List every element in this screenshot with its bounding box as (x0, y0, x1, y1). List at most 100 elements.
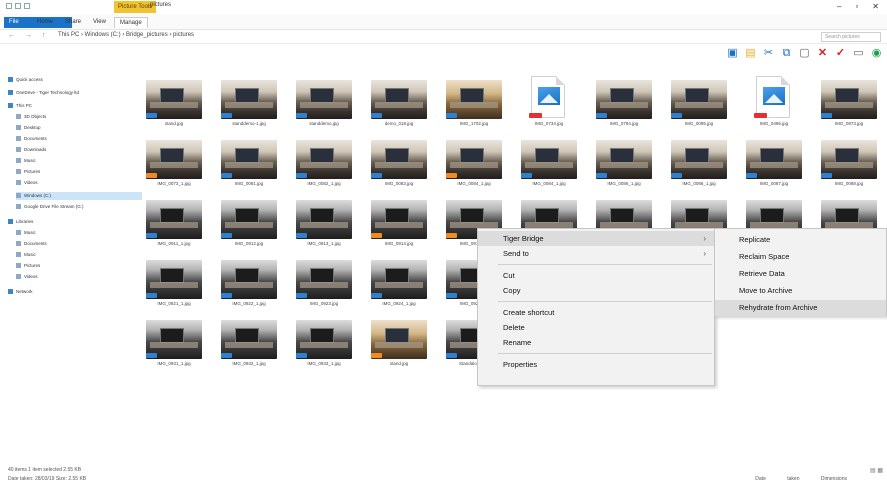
file-item[interactable]: IMG_0073_1.jpg (140, 132, 208, 190)
nav-item[interactable]: Documents (16, 135, 47, 143)
file-name: IMG_0922_1.jpg (232, 301, 266, 306)
nav-item[interactable]: This PC (8, 102, 32, 110)
folder-icon (16, 274, 21, 280)
file-item[interactable]: IMG_0932_1.jpg (215, 312, 283, 370)
nav-item[interactable]: Music (16, 229, 36, 237)
nav-item[interactable]: OneDrive - Tiger Technology ltd (8, 89, 79, 97)
picture-icon (763, 87, 785, 105)
status-item-count: 40 items 1 item selected 2.55 KB (8, 467, 82, 473)
check-icon[interactable]: ✓ (834, 47, 847, 60)
file-item[interactable]: IMG_0873.jpg (815, 72, 883, 130)
file-item[interactable]: IMG_0086_1.jpg (665, 132, 733, 190)
menu-item-copy[interactable]: Copy (478, 283, 714, 298)
close-button[interactable]: ✕ (872, 2, 879, 11)
menu-item-label: Delete (503, 323, 525, 332)
view-toggle-buttons[interactable]: ▤ ▦ (870, 467, 883, 474)
minimize-button[interactable]: – (837, 2, 841, 11)
file-item[interactable]: IMG_0924_1.jpg (365, 252, 433, 310)
submenu-item-rehydrate-from-archive[interactable]: Rehydrate from Archive (715, 300, 886, 316)
nav-item[interactable]: Music (16, 157, 36, 165)
menu-item-label: Tiger Bridge (503, 234, 544, 243)
globe-icon[interactable]: ◉ (870, 47, 883, 60)
file-item[interactable]: IMG_0087.jpg (740, 132, 808, 190)
nav-item[interactable]: Google Drive File Stream (G:) (16, 203, 84, 211)
tab-view[interactable]: View (88, 17, 111, 28)
nav-item[interactable]: Pictures (16, 262, 40, 270)
file-item[interactable]: IMG_0923.jpg (290, 252, 358, 310)
file-name: IMG_0084_1.jpg (532, 181, 566, 186)
file-item[interactable]: IMG_0914.jpg (365, 192, 433, 250)
nav-item[interactable]: Pictures (16, 168, 40, 176)
file-item[interactable]: IMG_0911_1.jpg (140, 192, 208, 250)
folder-icon[interactable]: ▤ (744, 47, 757, 60)
file-item[interactable]: IMG_0931_1.jpg (140, 312, 208, 370)
nav-item[interactable]: Libraries (8, 218, 33, 226)
file-item[interactable]: IMG_0734.jpg (515, 72, 583, 130)
file-item[interactable]: IMG_0095.jpg (665, 72, 733, 130)
file-item[interactable]: IMG_0081.jpg (215, 132, 283, 190)
rename-icon[interactable]: ▭ (852, 47, 865, 60)
file-item[interactable]: IMG_0794.jpg (590, 72, 658, 130)
file-item[interactable]: IMG_0913_1.jpg (290, 192, 358, 250)
nav-item[interactable]: Videos (16, 179, 38, 187)
quick-access-toolbar[interactable] (6, 3, 30, 9)
nav-item[interactable]: Videos (16, 273, 38, 281)
file-item[interactable]: stand.jpg (140, 72, 208, 130)
menu-separator (498, 301, 712, 302)
menu-item-create-shortcut[interactable]: Create shortcut (478, 305, 714, 320)
cut-icon[interactable]: ✂ (762, 47, 775, 60)
maximize-button[interactable]: ▫ (855, 2, 858, 11)
nav-item[interactable]: Quick access (8, 76, 43, 84)
file-item[interactable]: IMG_0922_1.jpg (215, 252, 283, 310)
sync-status-badge (371, 293, 382, 298)
folder-icon (16, 252, 21, 258)
file-item[interactable]: IMG_0933_1.jpg (290, 312, 358, 370)
nav-item[interactable]: Downloads (16, 146, 46, 154)
delete-icon[interactable]: ✕ (816, 47, 829, 60)
menu-item-tiger-bridge[interactable]: Tiger Bridge › (478, 231, 714, 246)
nav-item[interactable]: Desktop (16, 124, 41, 132)
file-item[interactable]: standdemo.jpg (290, 72, 358, 130)
file-item[interactable]: stand.jpg (365, 312, 433, 370)
menu-item-send-to[interactable]: Send to › (478, 246, 714, 261)
submenu-item-replicate[interactable]: Replicate (715, 232, 886, 248)
submenu-item-move-to-archive[interactable]: Move to Archive (715, 283, 886, 299)
copy-icon[interactable]: ⧉ (780, 47, 793, 60)
file-item[interactable]: IMG_0083.jpg (365, 132, 433, 190)
window-buttons[interactable]: – ▫ ✕ (837, 2, 879, 11)
ribbon-tabs: File Home Share View Manage (0, 14, 887, 30)
file-item[interactable]: IMG_0088.jpg (815, 132, 883, 190)
nav-arrows[interactable]: ← → ↑ (8, 32, 49, 39)
menu-item-rename[interactable]: Rename (478, 335, 714, 350)
file-item[interactable]: demo_018.jpg (365, 72, 433, 130)
file-item[interactable]: IMG_0082_1.jpg (290, 132, 358, 190)
submenu-item-reclaim-space[interactable]: Reclaim Space (715, 249, 886, 265)
nav-item[interactable]: Network (8, 288, 33, 296)
file-item[interactable]: IMG_0084_1.jpg (515, 132, 583, 190)
search-input[interactable]: Search pictures (821, 32, 881, 42)
file-item[interactable]: IMG_0086_1.jpg (590, 132, 658, 190)
file-item[interactable]: IMG_0912.jpg (215, 192, 283, 250)
menu-separator (498, 353, 712, 354)
breadcrumb[interactable]: This PC › Windows (C:) › Bridge_pictures… (58, 32, 194, 38)
submenu-item-retrieve-data[interactable]: Retrieve Data (715, 266, 886, 282)
menu-item-properties[interactable]: Properties (478, 357, 714, 372)
nav-item[interactable]: Music (16, 251, 36, 259)
tab-home[interactable]: Home (32, 17, 58, 28)
nav-item[interactable]: Windows (C:) (16, 192, 142, 200)
folder-icon (16, 180, 21, 186)
nav-item[interactable]: Documents (16, 240, 47, 248)
file-item[interactable]: IMG_1702.jpg (440, 72, 508, 130)
tab-manage[interactable]: Manage (114, 17, 148, 28)
file-name: IMG_0083.jpg (384, 181, 414, 186)
menu-item-delete[interactable]: Delete (478, 320, 714, 335)
tab-share[interactable]: Share (60, 17, 86, 28)
paste-icon[interactable]: ▢ (798, 47, 811, 60)
view-icon[interactable]: ▣ (726, 47, 739, 60)
nav-item[interactable]: 3D Objects (16, 113, 46, 121)
file-item[interactable]: IMG_0496.jpg (740, 72, 808, 130)
file-item[interactable]: standdemo-1.jpg (215, 72, 283, 130)
menu-item-cut[interactable]: Cut (478, 268, 714, 283)
file-item[interactable]: IMG_0084_1.jpg (440, 132, 508, 190)
file-item[interactable]: IMG_0921_1.jpg (140, 252, 208, 310)
